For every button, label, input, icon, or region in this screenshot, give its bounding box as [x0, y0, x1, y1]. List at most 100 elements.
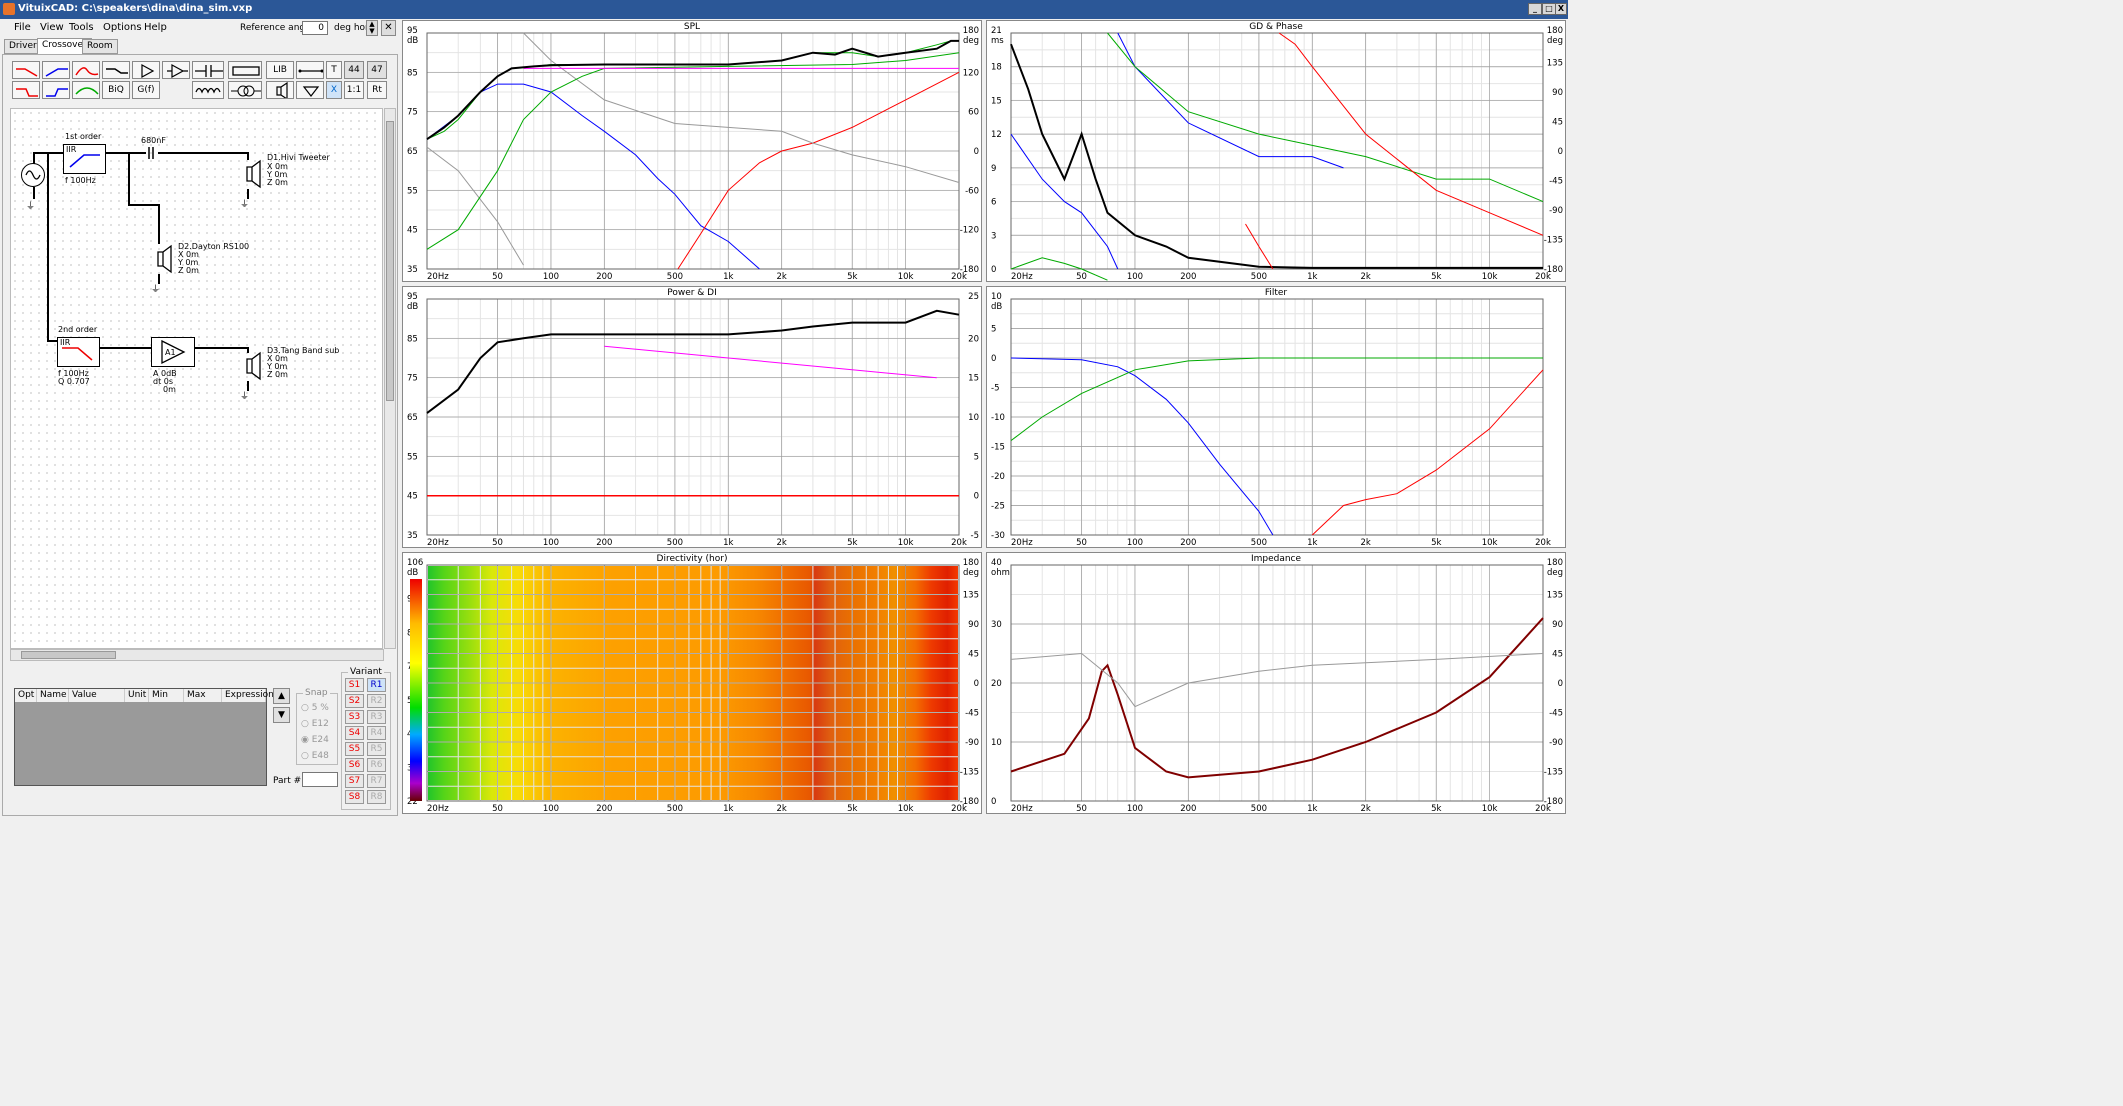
minimize-button[interactable]: _ — [1528, 3, 1542, 15]
variant-r6-button[interactable]: R6 — [367, 758, 386, 772]
col-value[interactable]: Value — [69, 689, 125, 702]
lowpass-2-button[interactable] — [12, 81, 40, 99]
menu-view[interactable]: View — [40, 22, 64, 33]
axis-tick-label: -25 — [991, 502, 1005, 512]
schematic-vertical-scrollbar[interactable] — [384, 108, 396, 649]
col-max[interactable]: Max — [184, 689, 222, 702]
library-button[interactable]: LIB — [266, 61, 294, 79]
bandpass-1-button[interactable] — [72, 61, 100, 79]
impedance-chart[interactable]: Impedance 20Hz 50 100 200 500 1k 2k 5k 10k 20k 40 30… — [986, 552, 1566, 814]
col-min[interactable]: Min — [149, 689, 184, 702]
capacitor-icon[interactable] — [144, 147, 158, 159]
tab-room[interactable]: Room — [82, 39, 118, 54]
highpass-1-button[interactable] — [42, 61, 70, 79]
driver-button[interactable] — [266, 81, 294, 99]
reference-angle-input[interactable]: 0 — [302, 21, 328, 35]
variant-s1-button[interactable]: S1 — [345, 678, 364, 692]
filter-chart[interactable]: Filter 20Hz 50 100 200 500 1k 2k 5k 10k 20k 10 5 0 -5-… — [986, 286, 1566, 548]
axis-tick-label: 45 — [1552, 118, 1563, 128]
grid-size-44[interactable]: 44 — [344, 61, 364, 79]
col-opt[interactable]: Opt — [15, 689, 37, 702]
driver3-icon[interactable] — [245, 351, 265, 381]
power-di-chart[interactable]: Power & DI 20Hz 50 100 200 500 1k 2k 5k 10k 20k 95 8… — [402, 286, 982, 548]
axis-tick-label: 20 — [991, 679, 1002, 689]
axis-tick-label: 10k — [1482, 272, 1498, 282]
axis-tick-label: 20 — [968, 334, 979, 344]
variant-r4-button[interactable]: R4 — [367, 726, 386, 740]
axis-tick-label: 10k — [898, 272, 914, 282]
schematic-canvas[interactable]: ⏚ 1st order IIR f 100Hz 680nF ⏚ D1.Hivi … — [10, 108, 383, 649]
lowpass-1-button[interactable] — [12, 61, 40, 79]
axis-tick-label: -180 — [1544, 265, 1563, 275]
variant-r2-button[interactable]: R2 — [367, 694, 386, 708]
col-unit[interactable]: Unit — [125, 689, 149, 702]
variant-s2-button[interactable]: S2 — [345, 694, 364, 708]
maximize-button[interactable]: □ — [1542, 3, 1556, 15]
menu-file[interactable]: File — [14, 22, 31, 33]
snap-option-e48[interactable]: ○ E48 — [301, 751, 329, 761]
gf-button[interactable]: G(f) — [132, 81, 160, 99]
variant-s6-button[interactable]: S6 — [345, 758, 364, 772]
close-angle-icon[interactable]: ✕ — [381, 20, 396, 36]
biquad-button[interactable]: BiQ — [102, 81, 130, 99]
col-expression[interactable]: Expression — [222, 689, 274, 702]
variant-s3-button[interactable]: S3 — [345, 710, 364, 724]
capacitor-button[interactable] — [192, 61, 224, 79]
menu-options[interactable]: Options — [103, 22, 142, 33]
snap-option-e24[interactable]: ◉ E24 — [301, 735, 329, 745]
variant-r5-button[interactable]: R5 — [367, 742, 386, 756]
parameter-table[interactable]: Opt Name Value Unit Min Max Expression — [14, 688, 274, 786]
variant-r1-button[interactable]: R1 — [367, 678, 386, 692]
menu-tools[interactable]: Tools — [69, 22, 94, 33]
amplifier-button[interactable] — [162, 61, 190, 79]
variant-r3-button[interactable]: R3 — [367, 710, 386, 724]
driver2-icon[interactable] — [156, 244, 176, 274]
snap-option-e12[interactable]: ○ E12 — [301, 719, 329, 729]
variant-s8-button[interactable]: S8 — [345, 790, 364, 804]
axis-tick-label: 10k — [1482, 538, 1498, 548]
highpass-2-button[interactable] — [42, 81, 70, 99]
snap-option-5[interactable]: ○ 5 % — [301, 703, 329, 713]
filter1-block[interactable]: IIR — [63, 144, 106, 174]
amplifier-block[interactable]: A1 — [151, 337, 195, 367]
spl-chart[interactable]: SPL 20Hz 50 100 200 500 1k 2k 5k 10k 20k 95 85 75 65 55… — [402, 20, 982, 282]
axis-tick-label: 30 — [991, 620, 1002, 630]
axis-tick-label: -45 — [1549, 177, 1563, 187]
gd-phase-chart[interactable]: GD & Phase 20Hz 50 100 200 500 1k 2k 5k 10k 20k 21 1… — [986, 20, 1566, 282]
close-button[interactable]: X — [1555, 3, 1567, 15]
variant-s5-button[interactable]: S5 — [345, 742, 364, 756]
driver1-icon[interactable] — [245, 159, 265, 189]
resistor-button[interactable] — [228, 61, 262, 79]
axis-tick-label: 135 — [1547, 591, 1563, 601]
buffer-button[interactable] — [132, 61, 160, 79]
delete-button[interactable]: X — [326, 81, 342, 99]
axis-tick-label: 5k — [847, 538, 857, 548]
allpass-button[interactable] — [72, 81, 100, 99]
part-input[interactable] — [302, 772, 338, 787]
variant-r8-button[interactable]: R8 — [367, 790, 386, 804]
variant-s7-button[interactable]: S7 — [345, 774, 364, 788]
variant-s4-button[interactable]: S4 — [345, 726, 364, 740]
filter2-block[interactable]: IIR — [57, 337, 100, 367]
schematic-horizontal-scrollbar[interactable] — [10, 649, 384, 661]
text-tool-button[interactable]: T — [326, 61, 342, 79]
inductor-button[interactable] — [192, 81, 224, 99]
axis-tick-label: 100 — [1127, 538, 1143, 548]
signal-source-icon[interactable] — [21, 163, 45, 187]
axis-tick-label: 40 — [991, 558, 1002, 568]
directivity-chart[interactable]: Directivity (hor) 20Hz 50 100 200 500 1k 2k 5k 10… — [402, 552, 982, 814]
shelf-button[interactable] — [102, 61, 130, 79]
menu-help[interactable]: Help — [144, 22, 167, 33]
variant-r7-button[interactable]: R7 — [367, 774, 386, 788]
rotate-button[interactable]: Rt — [367, 81, 387, 99]
move-down-button[interactable]: ▼ — [273, 707, 290, 723]
grid-size-47[interactable]: 47 — [367, 61, 387, 79]
transformer-button[interactable] — [228, 81, 262, 99]
snap-group: Snap ○ 5 % ○ E12 ◉ E24 ○ E48 — [296, 688, 338, 765]
move-up-button[interactable]: ▲ — [273, 688, 290, 704]
zoom-1-1-button[interactable]: 1:1 — [344, 81, 364, 99]
ground-button[interactable] — [296, 81, 324, 99]
wire-button[interactable] — [296, 61, 324, 79]
angle-spinner[interactable]: ▲ ▼ — [366, 20, 378, 36]
col-name[interactable]: Name — [37, 689, 69, 702]
